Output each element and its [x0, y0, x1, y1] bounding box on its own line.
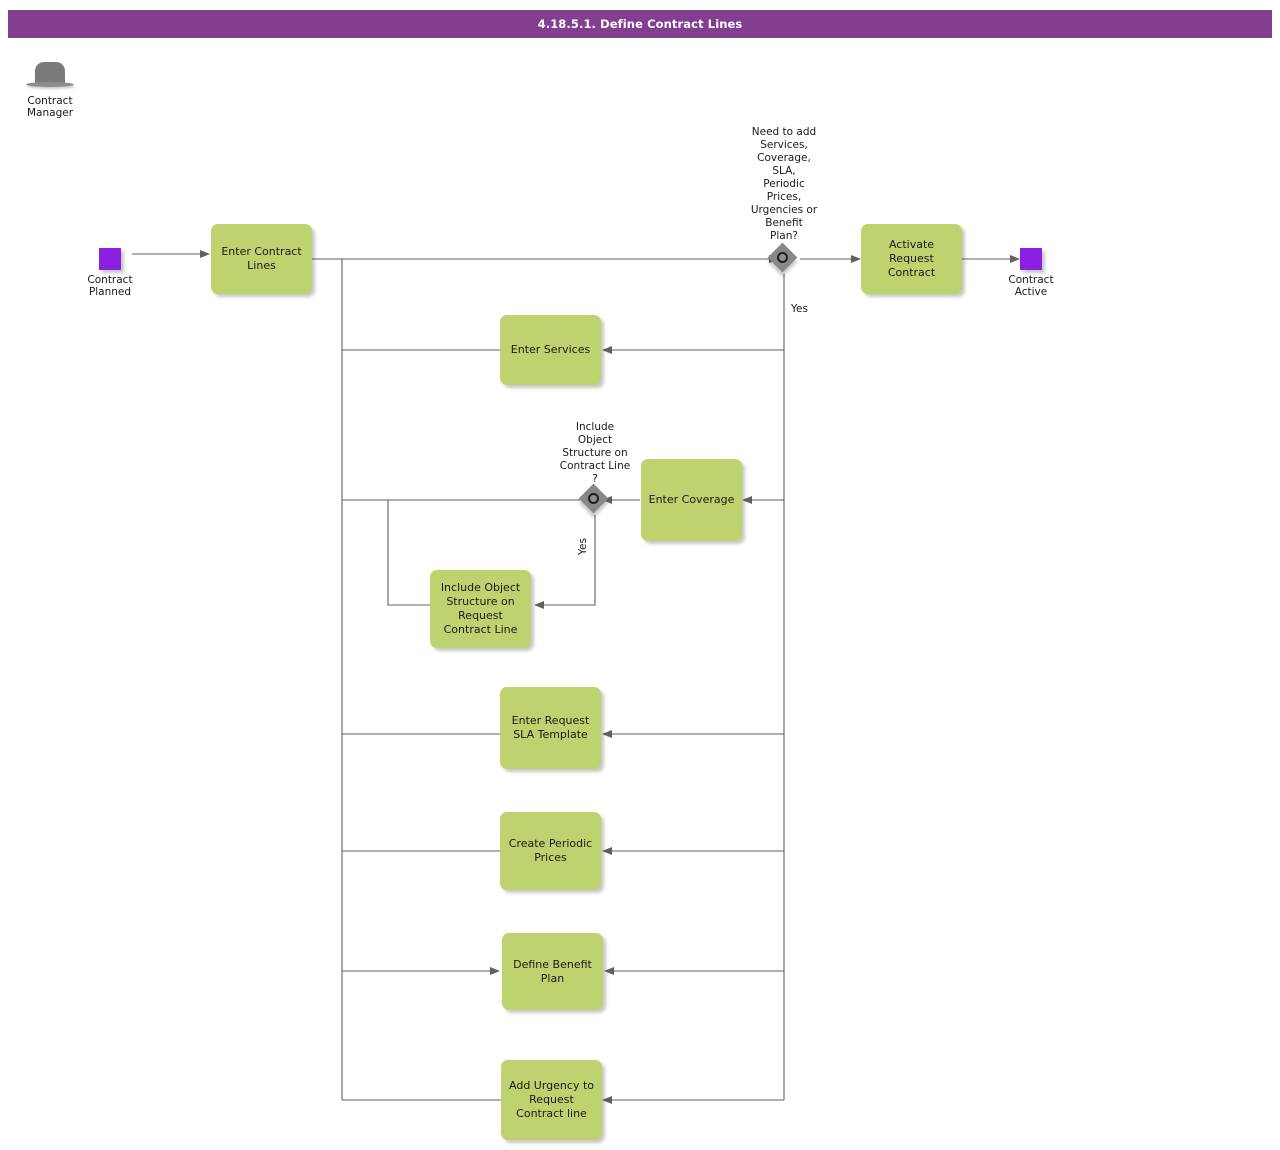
start-event-label: Contract Planned — [87, 274, 133, 298]
bowler-hat-icon — [26, 62, 74, 92]
flow-label-yes-need-to-add: Yes — [791, 303, 808, 315]
end-event-contract-active[interactable] — [1020, 248, 1042, 270]
task-enter-services[interactable]: Enter Services — [500, 315, 601, 385]
gateway-include-object-structure[interactable] — [578, 483, 610, 515]
task-include-object-structure-on-request-contract-line[interactable]: Include Object Structure on Request Cont… — [430, 570, 531, 648]
lane-role-label-line1: Contract — [27, 95, 73, 107]
gateway-need-to-add-label: Need to add Services, Coverage, SLA, Per… — [750, 126, 818, 242]
connector-layer — [132, 250, 1020, 1104]
diagram-canvas: 4.18.5.1. Define Contract Lines Contract… — [0, 0, 1280, 1150]
task-create-periodic-prices[interactable]: Create Periodic Prices — [500, 812, 601, 890]
gateway-need-to-add[interactable] — [767, 242, 799, 274]
inclusive-gateway-ring-icon — [588, 493, 599, 504]
task-add-urgency-to-request-contract-line[interactable]: Add Urgency to Request Contract line — [501, 1060, 602, 1140]
task-enter-contract-lines[interactable]: Enter Contract Lines — [211, 224, 312, 294]
start-event-contract-planned[interactable] — [99, 248, 121, 270]
inclusive-gateway-ring-icon — [777, 252, 788, 263]
lane-role-contract-manager: Contract Manager — [10, 62, 90, 119]
end-event-label: Contract Active — [1008, 274, 1054, 298]
task-define-benefit-plan[interactable]: Define Benefit Plan — [502, 933, 603, 1010]
flow-label-yes-include-object-structure: Yes — [577, 538, 589, 555]
page-title: 4.18.5.1. Define Contract Lines — [8, 10, 1272, 38]
gateway-include-object-structure-label: Include Object Structure on Contract Lin… — [559, 421, 631, 485]
task-enter-request-sla-template[interactable]: Enter Request SLA Template — [500, 687, 601, 769]
task-activate-request-contract[interactable]: Activate Request Contract — [861, 224, 962, 294]
lane-role-label-line2: Manager — [26, 107, 74, 119]
